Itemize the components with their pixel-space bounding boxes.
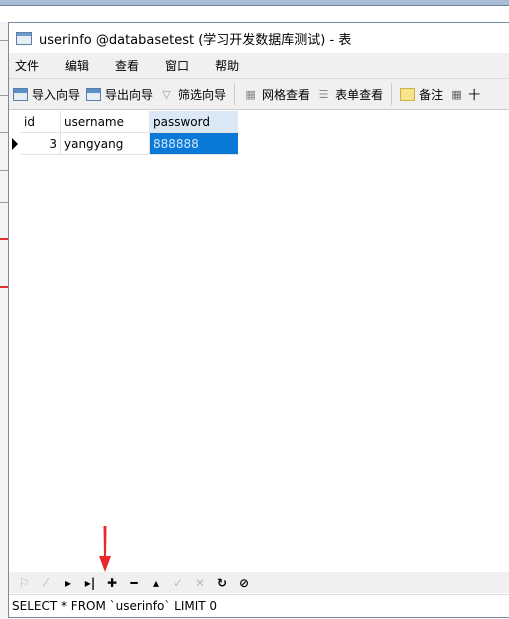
apply-changes-icon[interactable]: ✓ — [167, 576, 189, 590]
current-row-indicator-icon — [12, 138, 18, 150]
cell-password[interactable]: 888888 — [150, 133, 238, 155]
import-icon — [13, 87, 28, 101]
filter-icon: ▽ — [162, 87, 171, 101]
toolbar-divider — [234, 83, 236, 105]
column-header-id[interactable]: id — [21, 111, 61, 133]
annotation-arrow-icon — [99, 526, 111, 572]
next-record-icon[interactable]: ▸ — [57, 576, 79, 590]
grid-icon: ▦ — [245, 87, 256, 101]
window-title: userinfo @databasetest (学习开发数据库测试) - 表 — [39, 32, 352, 48]
toolbar: 导入向导 导出向导 ▽ 筛选向导 ▦ 网格查看 ☰ 表单查看 备注 ▦ 十 — [9, 78, 509, 110]
stop-icon[interactable]: ⊘ — [233, 576, 255, 590]
form-icon: ☰ — [318, 87, 329, 101]
toolbar-divider — [391, 83, 393, 105]
grid-view-button[interactable]: ▦ 网格查看 — [243, 86, 310, 103]
cell-id[interactable]: 3 — [21, 133, 61, 155]
export-wizard-button[interactable]: 导出向导 — [86, 86, 153, 103]
column-header-username[interactable]: username — [61, 111, 150, 133]
first-record-icon[interactable]: ⚐ — [13, 576, 35, 590]
import-wizard-button[interactable]: 导入向导 — [13, 86, 80, 103]
grid-header: id username password — [9, 111, 238, 133]
menu-window[interactable]: 窗口 — [165, 57, 189, 74]
form-view-button[interactable]: ☰ 表单查看 — [316, 86, 383, 103]
move-up-icon[interactable]: ▴ — [145, 576, 167, 590]
previous-record-icon[interactable]: ⁄ — [35, 576, 57, 590]
hex-button[interactable]: ▦ 十 — [449, 86, 480, 103]
column-header-password[interactable]: password — [150, 111, 238, 133]
menu-edit[interactable]: 编辑 — [65, 57, 89, 74]
table-window: userinfo @databasetest (学习开发数据库测试) - 表 文… — [8, 22, 509, 618]
export-icon — [86, 87, 102, 101]
filter-wizard-button[interactable]: ▽ 筛选向导 — [159, 86, 226, 103]
hex-grid-icon: ▦ — [451, 87, 462, 101]
refresh-icon[interactable]: ↻ — [211, 576, 233, 590]
add-record-icon[interactable]: ✚ — [101, 576, 123, 590]
cell-username[interactable]: yangyang — [61, 133, 150, 155]
data-grid: id username password 3 yangyang 888888 — [9, 111, 238, 155]
sql-status-bar: SELECT * FROM `userinfo` LIMIT 0 — [9, 594, 509, 617]
menu-help[interactable]: 帮助 — [215, 57, 239, 74]
last-record-icon[interactable]: ▸| — [79, 576, 101, 590]
background-window-edge — [0, 0, 509, 6]
menu-file[interactable]: 文件 — [15, 57, 39, 74]
menu-bar: 文件 编辑 查看 窗口 帮助 — [9, 53, 509, 78]
note-icon — [400, 87, 416, 101]
table-icon — [16, 31, 32, 45]
memo-button[interactable]: 备注 — [400, 86, 443, 103]
delete-record-icon[interactable]: ━ — [123, 576, 145, 590]
record-navigation-bar: ⚐ ⁄ ▸ ▸| ✚ ━ ▴ ✓ ✕ ↻ ⊘ — [9, 572, 509, 593]
title-bar: userinfo @databasetest (学习开发数据库测试) - 表 — [9, 23, 509, 53]
table-row[interactable]: 3 yangyang 888888 — [9, 133, 238, 155]
menu-view[interactable]: 查看 — [115, 57, 139, 74]
background-window — [0, 22, 8, 619]
discard-changes-icon[interactable]: ✕ — [189, 576, 211, 590]
